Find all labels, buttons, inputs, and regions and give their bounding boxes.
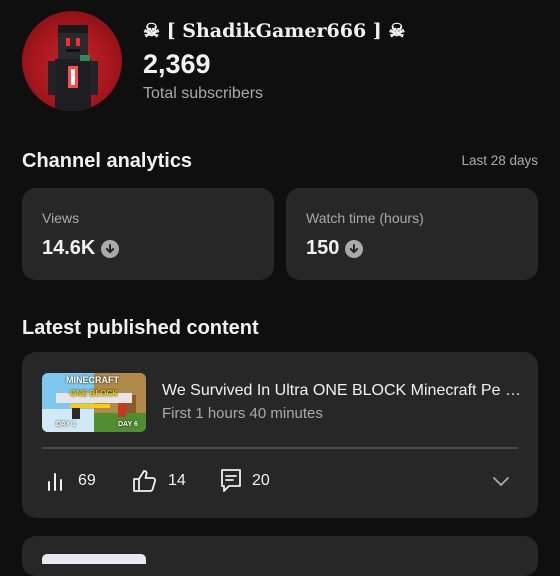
views-stat[interactable]: 69 [46, 470, 96, 492]
latest-content-title: Latest published content [22, 317, 259, 339]
likes-stat-value: 14 [168, 472, 186, 489]
views-label: Views [42, 210, 80, 226]
video-title[interactable]: We Survived In Ultra ONE BLOCK Minecraft… [162, 382, 522, 400]
views-card[interactable]: Views 14.6K [22, 188, 274, 280]
bar-chart-icon [48, 473, 62, 491]
analytics-period: Last 28 days [461, 153, 538, 168]
thumbnail-day-left: DAY 1 [56, 421, 76, 428]
expand-button[interactable] [492, 474, 510, 492]
watch-time-value-row: 150 [306, 237, 364, 260]
watch-time-label: Watch time (hours) [306, 210, 424, 226]
channel-name: ☠ [ ShadikGamer666 ] ☠ [143, 20, 406, 42]
comments-stat-value: 20 [252, 472, 270, 489]
subscriber-label: Total subscribers [143, 85, 264, 102]
analytics-title: Channel analytics [22, 150, 193, 172]
watch-time-value: 150 [306, 237, 340, 259]
channel-avatar[interactable] [22, 11, 122, 111]
thumbnail-banner-text: ONE BLOCK [70, 389, 118, 398]
comment-icon [221, 469, 241, 492]
arrow-down-circle-icon [345, 239, 364, 258]
watch-time-card[interactable]: Watch time (hours) 150 [286, 188, 538, 280]
comments-stat[interactable]: 20 [220, 468, 270, 494]
card-divider [42, 447, 518, 449]
video-subtitle: First 1 hours 40 minutes [162, 405, 323, 422]
likes-stat[interactable]: 14 [132, 469, 186, 493]
thumbnail-title-text: MINECRAFT [66, 375, 119, 385]
thumbnail-day-right: DAY 6 [118, 421, 138, 428]
chevron-down-icon [493, 477, 509, 486]
views-value: 14.6K [42, 237, 96, 259]
thumbs-up-icon [133, 470, 157, 492]
subscriber-count: 2,369 [143, 49, 211, 79]
views-value-row: 14.6K [42, 237, 120, 260]
views-stat-value: 69 [78, 472, 96, 489]
next-video-thumbnail[interactable] [42, 554, 146, 564]
avatar-image [48, 25, 98, 111]
video-thumbnail[interactable]: MINECRAFT ONE BLOCK DAY 1 DAY 6 [42, 373, 146, 432]
next-video-card[interactable] [22, 536, 538, 576]
arrow-down-circle-icon [101, 239, 120, 258]
